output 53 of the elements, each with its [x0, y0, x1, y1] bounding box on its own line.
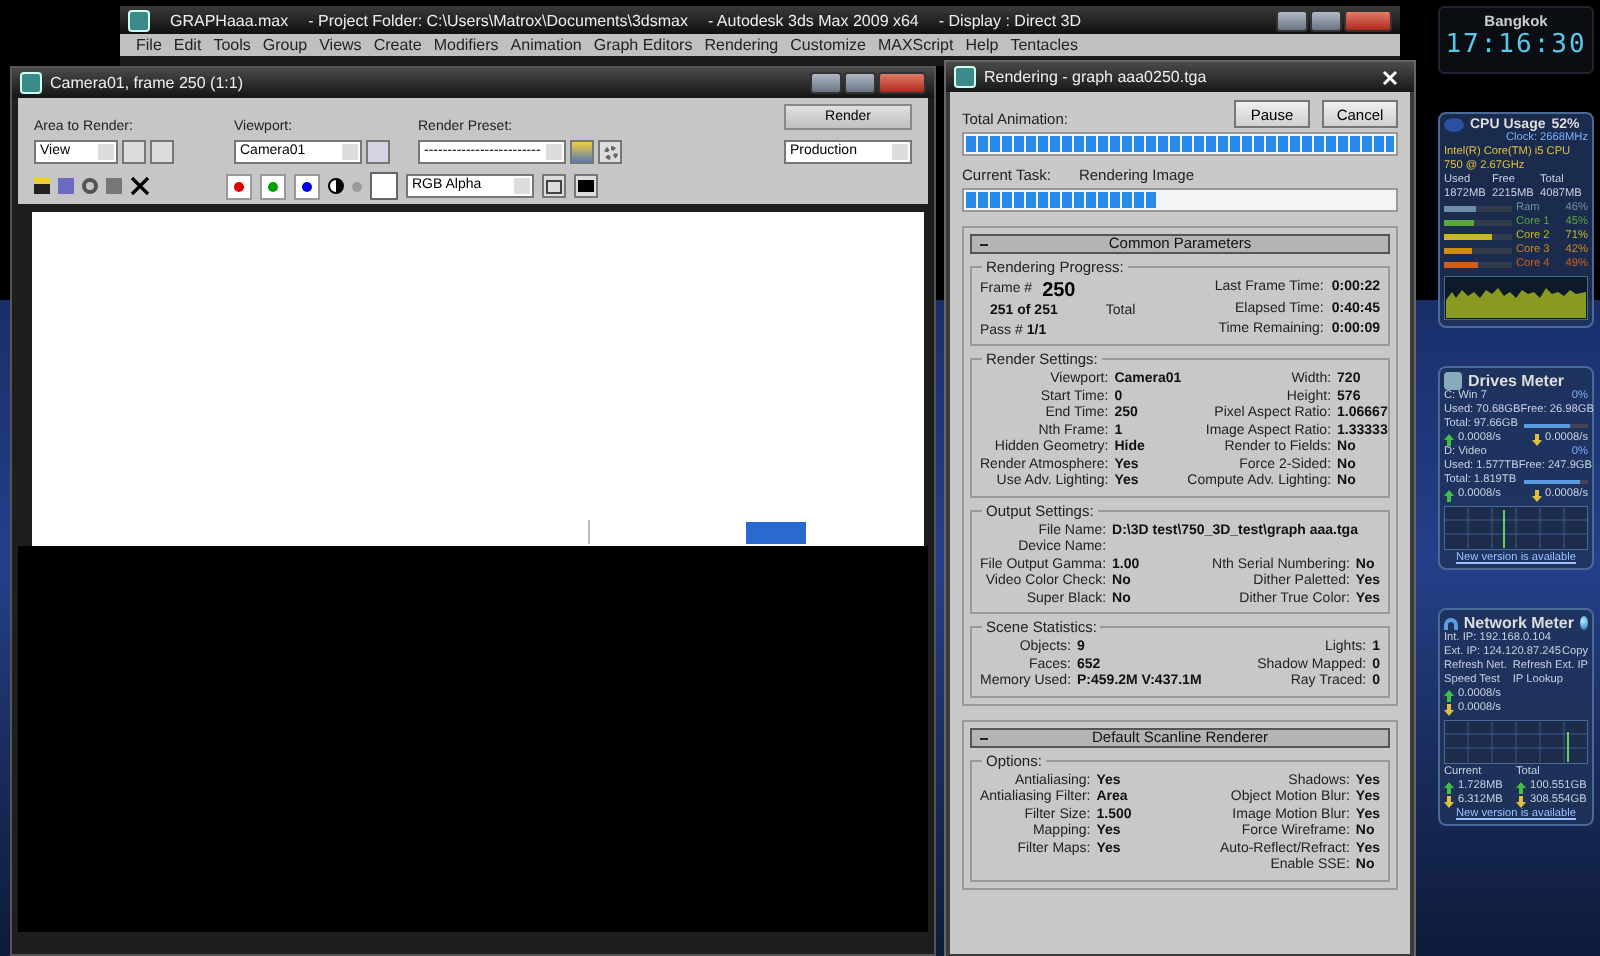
up-arrow-icon — [1444, 689, 1454, 701]
alpha-dot-icon[interactable] — [352, 181, 362, 191]
window-title: - Display : Direct 3D — [938, 11, 1082, 29]
app-icon — [954, 66, 976, 88]
maximize-icon[interactable] — [844, 72, 876, 94]
down-arrow-icon — [1531, 489, 1542, 501]
menu-item[interactable]: Edit — [173, 36, 202, 54]
cpu-graph-drawing — [1444, 276, 1588, 320]
menu-item[interactable]: Create — [373, 36, 422, 54]
menu-item[interactable]: Customize — [790, 36, 866, 54]
menu-item[interactable]: Modifiers — [433, 36, 499, 54]
menu-item[interactable]: MAXScript — [877, 36, 954, 54]
drives-graph-drawing — [1444, 506, 1588, 550]
monochrome-icon[interactable] — [328, 178, 344, 194]
menu-item[interactable]: Tentacles — [1010, 36, 1078, 54]
menu-item[interactable]: Tools — [213, 36, 251, 54]
frame-icon[interactable] — [542, 174, 566, 198]
up-arrow-icon — [1444, 489, 1454, 501]
app-icon — [20, 72, 42, 94]
down-arrow-icon — [1444, 795, 1454, 807]
menu-item[interactable]: Animation — [510, 36, 582, 54]
up-arrow-icon — [1516, 781, 1526, 793]
network-graph-drawing — [1444, 720, 1588, 764]
clock-time: 17:16:30 — [1445, 30, 1587, 60]
minimize-icon[interactable] — [810, 72, 842, 94]
down-arrow-icon — [1516, 795, 1526, 807]
menu-item[interactable]: Rendering — [704, 36, 779, 54]
gadget-title: Drives Meter — [1468, 372, 1565, 390]
window-title: - Autodesk 3ds Max 2009 x64 — [707, 11, 919, 29]
menu-item[interactable]: Graph Editors — [593, 36, 693, 54]
save-icon[interactable] — [34, 178, 50, 194]
window-title: - Project Folder: C:\Users\Matrox\Documents\3dsmax — [308, 11, 688, 29]
dark-frame-icon[interactable] — [574, 174, 598, 198]
menu-item[interactable]: File — [136, 36, 162, 54]
gadget-title: Network Meter — [1463, 614, 1574, 632]
up-arrow-icon — [1444, 433, 1454, 445]
minimize-icon[interactable] — [1276, 9, 1308, 31]
window-title: GRAPHaaa.max — [170, 11, 289, 29]
down-arrow-icon — [1531, 433, 1542, 445]
window-title: Camera01, frame 250 (1:1) — [50, 74, 243, 92]
down-arrow-icon — [1444, 703, 1454, 715]
app-icon — [128, 9, 150, 31]
frame-number: 250 — [1042, 280, 1076, 302]
menu-item[interactable]: Group — [262, 36, 308, 54]
clear-icon[interactable] — [130, 176, 150, 196]
menu-item[interactable]: Help — [965, 36, 999, 54]
globe-icon — [1579, 616, 1588, 630]
menu-item[interactable]: Views — [319, 36, 362, 54]
wifi-icon — [1444, 617, 1458, 629]
window-title: Rendering - graph aaa0250.tga — [984, 68, 1207, 86]
up-arrow-icon — [1444, 781, 1454, 793]
maximize-icon[interactable] — [1310, 9, 1342, 31]
color-swatch[interactable] — [370, 172, 398, 200]
